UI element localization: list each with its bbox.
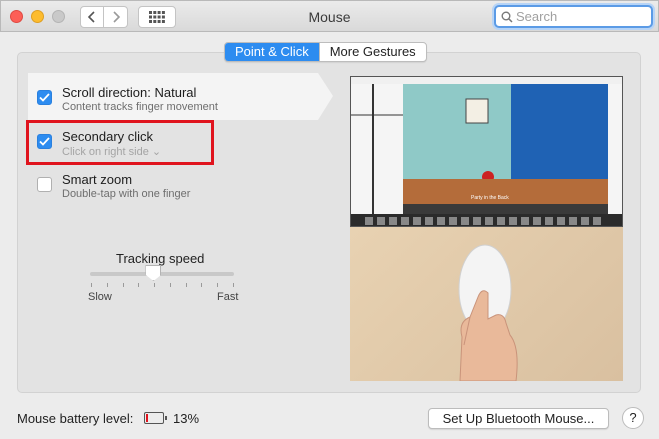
setup-bluetooth-mouse-button[interactable]: Set Up Bluetooth Mouse...: [428, 408, 609, 429]
hand-on-mouse-illustration: [458, 244, 518, 381]
preview-hand-image: [350, 227, 623, 381]
search-field[interactable]: [494, 5, 653, 28]
desktop-preview-illustration: Party in the Back: [351, 77, 622, 226]
search-icon: [501, 11, 513, 23]
slider-tick: [185, 283, 187, 287]
help-button[interactable]: ?: [622, 407, 644, 429]
slider-tick: [138, 283, 140, 287]
fast-label: Fast: [217, 291, 239, 303]
slider-tick: [201, 283, 203, 287]
option-subtitle: Double-tap with one finger: [62, 188, 191, 200]
slider-tick: [91, 283, 92, 287]
preview-caption: Party in the Back: [471, 195, 509, 201]
preview-screen-image: Party in the Back: [350, 76, 623, 227]
tab-bar: Point & Click More Gestures: [224, 42, 427, 62]
checkmark-icon: [39, 93, 50, 102]
tracking-speed-label: Tracking speed: [116, 251, 205, 266]
slider-tick: [169, 283, 171, 287]
option-subtitle: Content tracks finger movement: [62, 101, 218, 113]
battery-fill: [146, 414, 149, 422]
slow-label: Slow: [88, 291, 112, 303]
tab-point-and-click[interactable]: Point & Click: [225, 43, 319, 61]
slider-tick: [154, 283, 156, 287]
search-input[interactable]: [516, 9, 646, 24]
tab-more-gestures[interactable]: More Gestures: [318, 43, 426, 61]
battery-percentage: 13%: [173, 411, 200, 426]
slider-tick: [217, 283, 219, 287]
option-title: Smart zoom: [62, 172, 133, 187]
tracking-speed-slider[interactable]: [90, 272, 234, 276]
battery-level-label: Mouse battery level:: [17, 411, 134, 426]
slider-tick: [233, 283, 234, 287]
annotation-highlight-box: [26, 120, 214, 165]
scroll-direction-checkbox[interactable]: [37, 90, 52, 105]
slider-tick: [106, 283, 108, 287]
option-title: Scroll direction: Natural: [62, 85, 197, 100]
title-bar: Mouse: [0, 0, 659, 32]
battery-icon: [144, 412, 167, 424]
slider-tick: [122, 283, 124, 287]
smart-zoom-checkbox[interactable]: [37, 177, 52, 192]
